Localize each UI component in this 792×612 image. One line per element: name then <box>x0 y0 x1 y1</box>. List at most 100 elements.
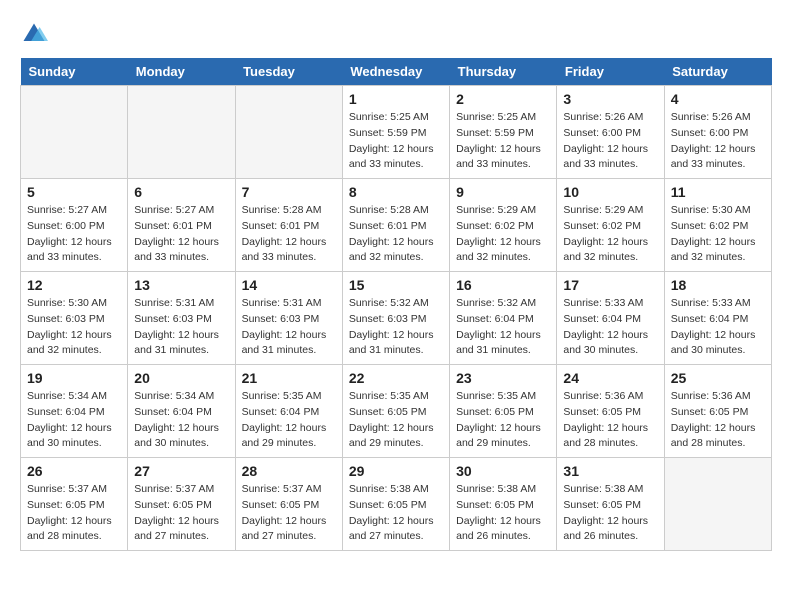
calendar-week-row: 1 Sunrise: 5:25 AM Sunset: 5:59 PM Daylig… <box>21 86 772 179</box>
day-info: Sunrise: 5:38 AM Sunset: 6:05 PM Dayligh… <box>349 482 443 545</box>
calendar-cell: 5 Sunrise: 5:27 AM Sunset: 6:00 PM Daylig… <box>21 179 128 272</box>
day-info: Sunrise: 5:27 AM Sunset: 6:00 PM Dayligh… <box>27 203 121 266</box>
day-number: 8 <box>349 184 443 200</box>
day-info: Sunrise: 5:34 AM Sunset: 6:04 PM Dayligh… <box>27 389 121 452</box>
day-number: 23 <box>456 370 550 386</box>
day-info: Sunrise: 5:32 AM Sunset: 6:04 PM Dayligh… <box>456 296 550 359</box>
calendar-cell: 16 Sunrise: 5:32 AM Sunset: 6:04 PM Dayli… <box>450 272 557 365</box>
calendar-cell: 10Sunrise: 5:29 AM Sunset: 6:02 PM Dayli… <box>557 179 664 272</box>
day-number: 5 <box>27 184 121 200</box>
day-number: 6 <box>134 184 228 200</box>
calendar-cell <box>235 86 342 179</box>
day-number: 2 <box>456 91 550 107</box>
day-info: Sunrise: 5:31 AM Sunset: 6:03 PM Dayligh… <box>134 296 228 359</box>
day-info: Sunrise: 5:35 AM Sunset: 6:05 PM Dayligh… <box>349 389 443 452</box>
calendar-cell: 26 Sunrise: 5:37 AM Sunset: 6:05 PM Dayli… <box>21 458 128 551</box>
day-number: 26 <box>27 463 121 479</box>
calendar-cell: 14 Sunrise: 5:31 AM Sunset: 6:03 PM Dayli… <box>235 272 342 365</box>
day-info: Sunrise: 5:37 AM Sunset: 6:05 PM Dayligh… <box>134 482 228 545</box>
day-number: 12 <box>27 277 121 293</box>
day-number: 14 <box>242 277 336 293</box>
day-number: 27 <box>134 463 228 479</box>
day-info: Sunrise: 5:36 AM Sunset: 6:05 PM Dayligh… <box>563 389 657 452</box>
calendar-cell <box>128 86 235 179</box>
day-number: 9 <box>456 184 550 200</box>
day-info: Sunrise: 5:25 AM Sunset: 5:59 PM Dayligh… <box>456 110 550 173</box>
day-number: 11 <box>671 184 765 200</box>
day-info: Sunrise: 5:34 AM Sunset: 6:04 PM Dayligh… <box>134 389 228 452</box>
day-info: Sunrise: 5:27 AM Sunset: 6:01 PM Dayligh… <box>134 203 228 266</box>
day-number: 24 <box>563 370 657 386</box>
calendar-cell: 30 Sunrise: 5:38 AM Sunset: 6:05 PM Dayli… <box>450 458 557 551</box>
day-info: Sunrise: 5:30 AM Sunset: 6:03 PM Dayligh… <box>27 296 121 359</box>
calendar-cell: 13 Sunrise: 5:31 AM Sunset: 6:03 PM Dayli… <box>128 272 235 365</box>
day-info: Sunrise: 5:35 AM Sunset: 6:05 PM Dayligh… <box>456 389 550 452</box>
weekday-header-tuesday: Tuesday <box>235 58 342 86</box>
day-number: 31 <box>563 463 657 479</box>
calendar-week-row: 12 Sunrise: 5:30 AM Sunset: 6:03 PM Dayli… <box>21 272 772 365</box>
calendar-cell: 21 Sunrise: 5:35 AM Sunset: 6:04 PM Dayli… <box>235 365 342 458</box>
day-number: 21 <box>242 370 336 386</box>
calendar-cell: 18Sunrise: 5:33 AM Sunset: 6:04 PM Dayli… <box>664 272 771 365</box>
day-info: Sunrise: 5:30 AM Sunset: 6:02 PM Dayligh… <box>671 203 765 266</box>
day-info: Sunrise: 5:26 AM Sunset: 6:00 PM Dayligh… <box>563 110 657 173</box>
calendar-cell: 1 Sunrise: 5:25 AM Sunset: 5:59 PM Daylig… <box>342 86 449 179</box>
calendar-cell <box>664 458 771 551</box>
calendar-cell: 6 Sunrise: 5:27 AM Sunset: 6:01 PM Daylig… <box>128 179 235 272</box>
day-info: Sunrise: 5:29 AM Sunset: 6:02 PM Dayligh… <box>456 203 550 266</box>
calendar-cell: 4Sunrise: 5:26 AM Sunset: 6:00 PM Daylig… <box>664 86 771 179</box>
day-info: Sunrise: 5:37 AM Sunset: 6:05 PM Dayligh… <box>27 482 121 545</box>
day-info: Sunrise: 5:26 AM Sunset: 6:00 PM Dayligh… <box>671 110 765 173</box>
weekday-header-row: SundayMondayTuesdayWednesdayThursdayFrid… <box>21 58 772 86</box>
calendar-week-row: 26 Sunrise: 5:37 AM Sunset: 6:05 PM Dayli… <box>21 458 772 551</box>
day-info: Sunrise: 5:31 AM Sunset: 6:03 PM Dayligh… <box>242 296 336 359</box>
calendar-cell: 19Sunrise: 5:34 AM Sunset: 6:04 PM Dayli… <box>21 365 128 458</box>
day-info: Sunrise: 5:36 AM Sunset: 6:05 PM Dayligh… <box>671 389 765 452</box>
calendar-cell: 7Sunrise: 5:28 AM Sunset: 6:01 PM Daylig… <box>235 179 342 272</box>
day-number: 13 <box>134 277 228 293</box>
day-number: 29 <box>349 463 443 479</box>
calendar-cell: 17 Sunrise: 5:33 AM Sunset: 6:04 PM Dayli… <box>557 272 664 365</box>
day-number: 18 <box>671 277 765 293</box>
calendar-cell: 29 Sunrise: 5:38 AM Sunset: 6:05 PM Dayli… <box>342 458 449 551</box>
calendar-cell: 12 Sunrise: 5:30 AM Sunset: 6:03 PM Dayli… <box>21 272 128 365</box>
calendar-cell <box>21 86 128 179</box>
weekday-header-sunday: Sunday <box>21 58 128 86</box>
calendar-cell: 20 Sunrise: 5:34 AM Sunset: 6:04 PM Dayli… <box>128 365 235 458</box>
day-info: Sunrise: 5:38 AM Sunset: 6:05 PM Dayligh… <box>456 482 550 545</box>
day-info: Sunrise: 5:35 AM Sunset: 6:04 PM Dayligh… <box>242 389 336 452</box>
calendar-week-row: 19Sunrise: 5:34 AM Sunset: 6:04 PM Dayli… <box>21 365 772 458</box>
day-info: Sunrise: 5:32 AM Sunset: 6:03 PM Dayligh… <box>349 296 443 359</box>
day-number: 20 <box>134 370 228 386</box>
calendar-cell: 15 Sunrise: 5:32 AM Sunset: 6:03 PM Dayli… <box>342 272 449 365</box>
day-info: Sunrise: 5:33 AM Sunset: 6:04 PM Dayligh… <box>563 296 657 359</box>
calendar-week-row: 5 Sunrise: 5:27 AM Sunset: 6:00 PM Daylig… <box>21 179 772 272</box>
logo-icon <box>20 20 48 48</box>
calendar-cell: 22 Sunrise: 5:35 AM Sunset: 6:05 PM Dayli… <box>342 365 449 458</box>
calendar-cell: 23 Sunrise: 5:35 AM Sunset: 6:05 PM Dayli… <box>450 365 557 458</box>
weekday-header-monday: Monday <box>128 58 235 86</box>
calendar-cell: 27 Sunrise: 5:37 AM Sunset: 6:05 PM Dayli… <box>128 458 235 551</box>
day-number: 17 <box>563 277 657 293</box>
calendar-cell: 24 Sunrise: 5:36 AM Sunset: 6:05 PM Dayli… <box>557 365 664 458</box>
day-info: Sunrise: 5:37 AM Sunset: 6:05 PM Dayligh… <box>242 482 336 545</box>
weekday-header-friday: Friday <box>557 58 664 86</box>
day-info: Sunrise: 5:29 AM Sunset: 6:02 PM Dayligh… <box>563 203 657 266</box>
day-number: 16 <box>456 277 550 293</box>
day-number: 25 <box>671 370 765 386</box>
calendar-cell: 28 Sunrise: 5:37 AM Sunset: 6:05 PM Dayli… <box>235 458 342 551</box>
day-number: 3 <box>563 91 657 107</box>
day-info: Sunrise: 5:25 AM Sunset: 5:59 PM Dayligh… <box>349 110 443 173</box>
day-number: 30 <box>456 463 550 479</box>
day-info: Sunrise: 5:28 AM Sunset: 6:01 PM Dayligh… <box>349 203 443 266</box>
calendar-cell: 11 Sunrise: 5:30 AM Sunset: 6:02 PM Dayli… <box>664 179 771 272</box>
day-number: 22 <box>349 370 443 386</box>
page-header <box>20 20 772 48</box>
logo <box>20 20 50 48</box>
day-number: 28 <box>242 463 336 479</box>
calendar-cell: 25 Sunrise: 5:36 AM Sunset: 6:05 PM Dayli… <box>664 365 771 458</box>
day-info: Sunrise: 5:28 AM Sunset: 6:01 PM Dayligh… <box>242 203 336 266</box>
calendar-cell: 3 Sunrise: 5:26 AM Sunset: 6:00 PM Daylig… <box>557 86 664 179</box>
day-number: 1 <box>349 91 443 107</box>
day-number: 15 <box>349 277 443 293</box>
